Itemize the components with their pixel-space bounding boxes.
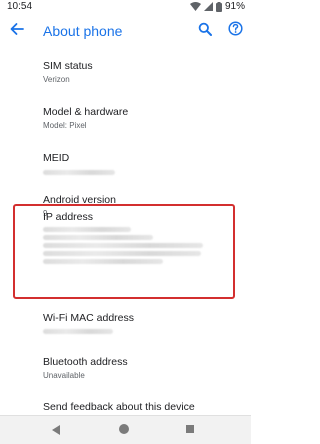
navigation-bar	[0, 415, 251, 444]
status-icons: 91%	[189, 1, 245, 12]
battery-icon	[215, 1, 222, 12]
highlight-box	[13, 204, 235, 299]
nav-recents-icon[interactable]	[186, 425, 194, 433]
search-button[interactable]	[195, 21, 215, 41]
help-icon	[227, 21, 243, 41]
list-item-model-hardware[interactable]: Model & hardware Model: Pixel	[0, 98, 251, 138]
item-title: Model & hardware	[43, 106, 129, 118]
nav-home-icon[interactable]	[119, 424, 129, 434]
status-time: 10:54	[7, 1, 33, 12]
redacted-value	[43, 329, 113, 334]
back-button[interactable]	[7, 21, 27, 41]
item-title: Bluetooth address	[43, 356, 128, 368]
item-subtitle: Unavailable	[43, 371, 85, 380]
page-title: About phone	[43, 23, 123, 39]
item-title: SIM status	[43, 60, 93, 72]
wifi-icon	[189, 2, 201, 11]
list-item-sim-status[interactable]: SIM status Verizon	[0, 52, 251, 92]
help-button[interactable]	[225, 21, 245, 41]
item-subtitle: Model: Pixel	[43, 121, 87, 130]
nav-back-icon[interactable]	[52, 425, 60, 435]
back-arrow-icon	[10, 22, 24, 41]
list-item-wifi-mac[interactable]: Wi-Fi MAC address	[0, 307, 251, 347]
item-title: Send feedback about this device	[43, 401, 195, 413]
list-item-android-version[interactable]: Android version 9	[0, 160, 251, 218]
app-bar: About phone	[0, 14, 251, 49]
list-item-bluetooth-address[interactable]: Bluetooth address Unavailable	[0, 350, 251, 390]
battery-percent: 91%	[224, 1, 245, 12]
item-subtitle: Verizon	[43, 75, 70, 84]
signal-icon	[203, 2, 213, 11]
item-title: Wi-Fi MAC address	[43, 312, 135, 324]
status-bar: 10:54 91%	[0, 0, 251, 14]
search-icon	[198, 22, 212, 41]
list-item-send-feedback[interactable]: Send feedback about this device	[0, 394, 251, 414]
